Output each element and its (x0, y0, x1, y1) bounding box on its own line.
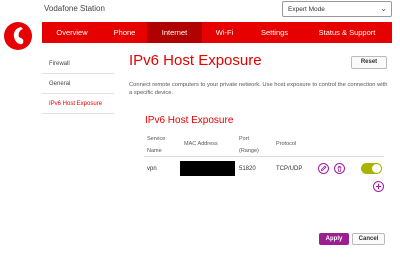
reset-button[interactable]: Reset (351, 56, 387, 69)
header-port-line2: (Range) (239, 148, 259, 154)
toggle-knob (372, 164, 381, 173)
cell-protocol: TCP/UDP (276, 166, 303, 172)
cell-mac-redacted (180, 161, 235, 176)
pencil-icon (320, 165, 327, 172)
cancel-button[interactable]: Cancel (352, 233, 385, 245)
header-service-line1: Service (147, 136, 166, 142)
header-port-line1: Port (239, 136, 250, 142)
top-bar: Vodafone Station Expert Mode ⌄ (0, 0, 400, 20)
enable-toggle[interactable] (361, 163, 382, 174)
header-port-range: Port (Range) (239, 135, 259, 155)
header-protocol: Protocol (276, 141, 297, 147)
nav-item-overview[interactable]: Overview (42, 22, 102, 43)
vodafone-quote-icon (13, 27, 24, 45)
trash-icon (337, 166, 342, 172)
cell-service: vpn (147, 166, 157, 172)
page-description: Connect remote computers to your private… (129, 82, 388, 96)
nav-item-phone[interactable]: Phone (102, 22, 147, 43)
sidebar-item-general[interactable]: General (42, 74, 114, 94)
add-rule-button[interactable] (373, 181, 384, 192)
header-mac-address: MAC Address (184, 141, 218, 147)
apply-button[interactable]: Apply (319, 233, 349, 245)
plus-icon (375, 183, 382, 190)
nav-item-internet[interactable]: Internet (147, 22, 202, 43)
nav-item-status-support[interactable]: Status & Support (302, 22, 392, 43)
edit-button[interactable] (318, 163, 329, 174)
nav-item-settings[interactable]: Settings (247, 22, 302, 43)
sidebar: Firewall General IPv6 Host Exposure (42, 54, 114, 114)
section-title: IPv6 Host Exposure (145, 115, 234, 126)
nav-item-wifi[interactable]: Wi-Fi (202, 22, 247, 43)
table-header-divider (144, 156, 384, 157)
cell-port: 51820 (239, 166, 256, 172)
station-title: Vodafone Station (44, 4, 105, 13)
delete-button[interactable] (334, 163, 345, 174)
sidebar-item-firewall[interactable]: Firewall (42, 54, 114, 74)
sidebar-item-ipv6-host-exposure[interactable]: IPv6 Host Exposure (42, 94, 114, 114)
chevron-down-icon: ⌄ (380, 4, 387, 13)
header-service-name: Service Name (147, 135, 165, 155)
mode-select-value: Expert Mode (288, 6, 325, 13)
vodafone-logo[interactable] (4, 22, 32, 50)
mode-select[interactable]: Expert Mode ⌄ (282, 1, 392, 17)
main-nav: Overview Phone Internet Wi-Fi Settings S… (42, 22, 392, 43)
header-service-line2: Name (147, 148, 162, 154)
